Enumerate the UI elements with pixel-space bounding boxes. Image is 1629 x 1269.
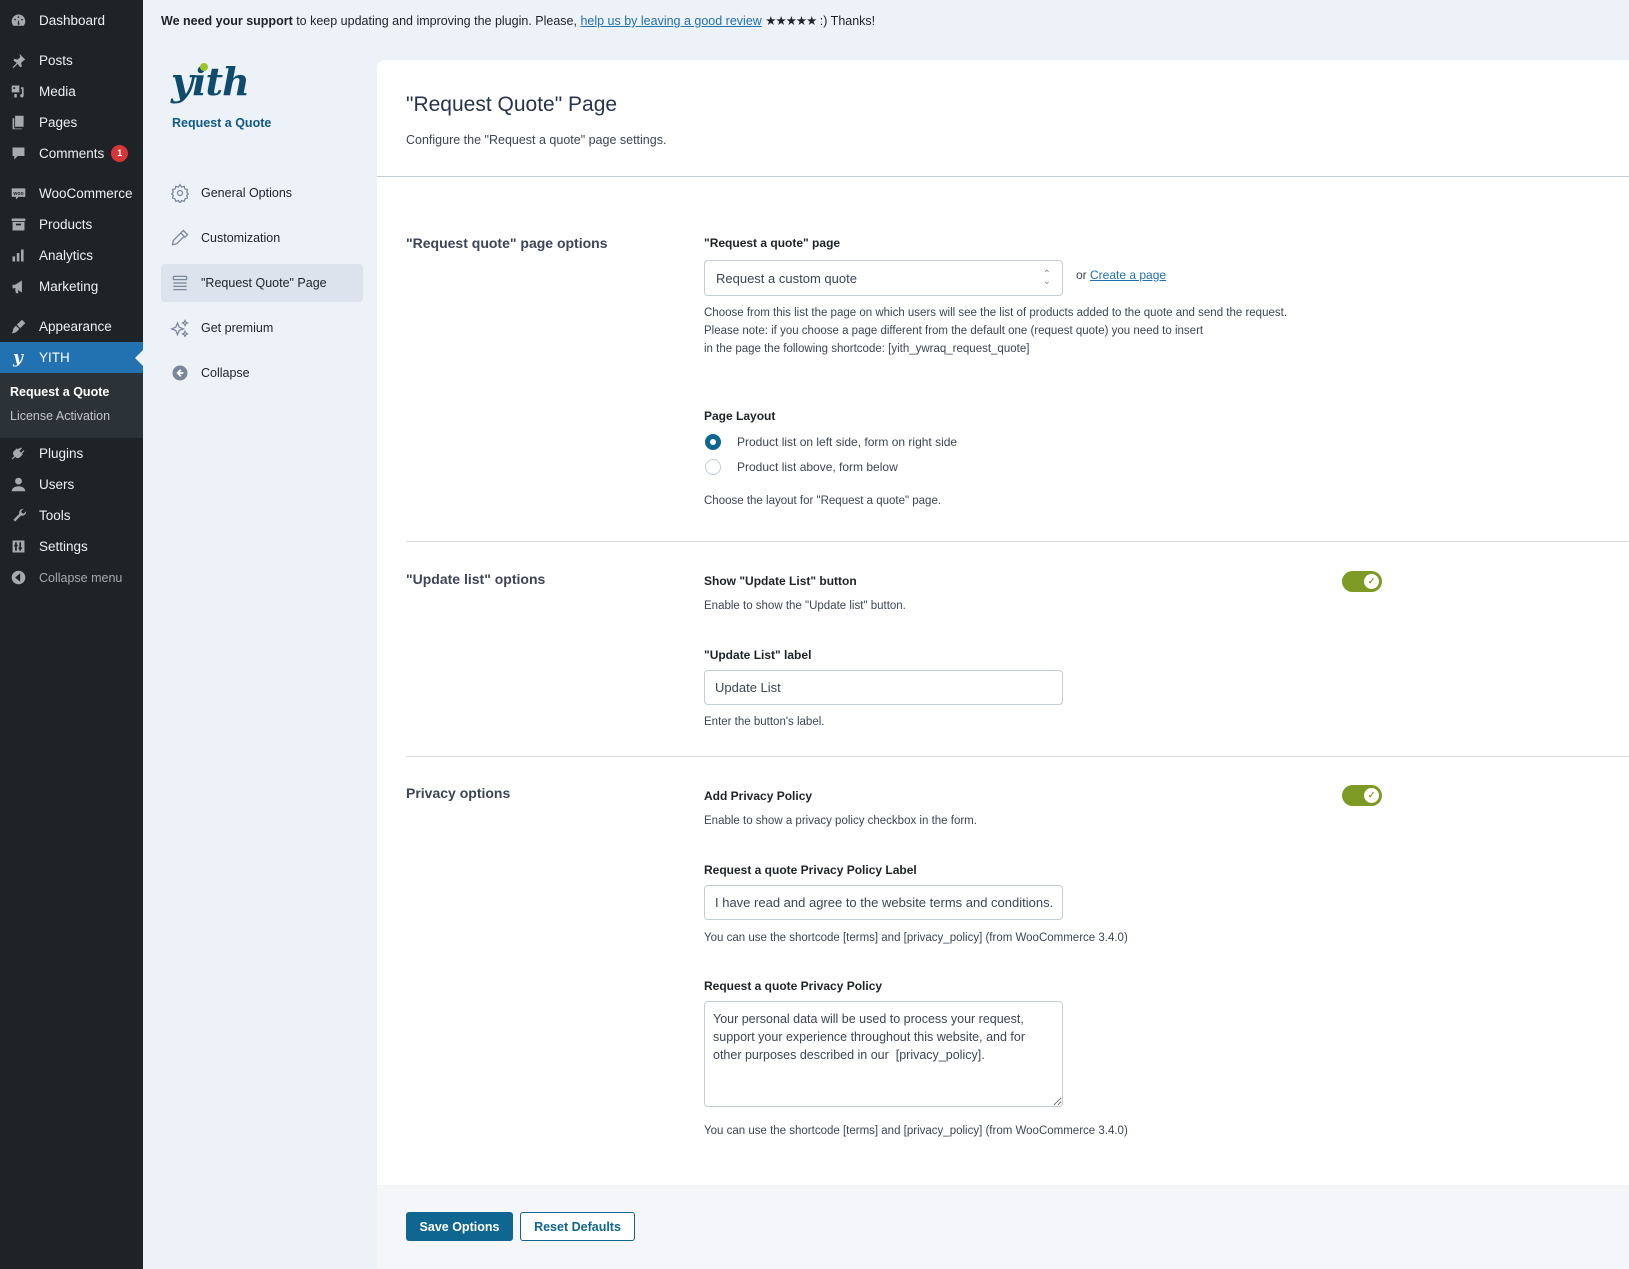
sparkles-icon	[169, 317, 191, 339]
section-title: Privacy options	[406, 785, 511, 801]
nav-general-options[interactable]: General Options	[161, 174, 363, 212]
media-icon	[8, 82, 28, 102]
field-label: Add Privacy Policy	[704, 789, 813, 803]
field-description: Enter the button's label.	[704, 716, 825, 728]
save-options-button[interactable]: Save Options	[406, 1212, 513, 1241]
section-privacy: Privacy options ✓ Add Privacy Policy Ena…	[406, 757, 1629, 1186]
megaphone-icon	[8, 277, 28, 297]
yith-icon: y	[13, 347, 23, 368]
field-description: You can use the shortcode [terms] and [p…	[704, 932, 1128, 944]
menu-media[interactable]: Media	[0, 76, 143, 107]
privacy-policy-textarea[interactable]: Your personal data will be used to proce…	[704, 1001, 1063, 1107]
panel-footer: Save Options Reset Defaults	[377, 1185, 1629, 1269]
menu-comments[interactable]: Comments 1	[0, 138, 143, 169]
list-lines-icon	[169, 272, 191, 294]
select-arrows-icon: ⌃ ⌄	[1042, 269, 1051, 287]
menu-products[interactable]: Products	[0, 209, 143, 240]
field-note-shortcode: in the page the following shortcode: [yi…	[704, 343, 1030, 355]
plug-icon	[8, 444, 28, 464]
page-title: "Request Quote" Page	[406, 93, 618, 116]
update-list-label-input[interactable]	[704, 670, 1063, 705]
field-label: "Update List" label	[704, 648, 812, 662]
field-description: You can use the shortcode [terms] and [p…	[704, 1125, 1128, 1137]
pages-icon	[8, 113, 28, 133]
radio-checked[interactable]	[705, 433, 721, 450]
yith-logo: yith	[171, 59, 250, 104]
menu-settings[interactable]: Settings	[0, 531, 143, 562]
field-description: Enable to show a privacy policy checkbox…	[704, 815, 977, 827]
submenu-request-a-quote[interactable]: Request a Quote	[0, 380, 143, 404]
menu-plugins[interactable]: Plugins	[0, 438, 143, 469]
settings-panel: "Request Quote" Page Configure the "Requ…	[377, 60, 1629, 1269]
menu-appearance[interactable]: Appearance	[0, 311, 143, 342]
request-page-select[interactable]: Request a custom quote ⌃ ⌄	[704, 260, 1063, 296]
submenu-license-activation[interactable]: License Activation	[0, 404, 143, 428]
menu-dashboard[interactable]: Dashboard	[0, 5, 143, 36]
menu-collapse[interactable]: Collapse menu	[0, 562, 143, 593]
stars-icon: ★★★★★	[765, 14, 817, 28]
field-label: Page Layout	[704, 409, 776, 423]
collapse-icon	[169, 362, 191, 384]
pin-icon	[8, 51, 28, 71]
field-label: Show "Update List" button	[704, 574, 857, 588]
menu-marketing[interactable]: Marketing	[0, 271, 143, 302]
section-update-list: "Update list" options ✓ Show "Update Lis…	[406, 542, 1629, 757]
gear-icon	[169, 182, 191, 204]
brush-icon	[8, 317, 28, 337]
privacy-policy-label-input[interactable]	[704, 885, 1063, 920]
wrench-icon	[8, 506, 28, 526]
menu-tools[interactable]: Tools	[0, 500, 143, 531]
comment-icon	[8, 144, 28, 164]
nav-customization[interactable]: Customization	[161, 219, 363, 257]
field-description: Choose from this list the page on which …	[704, 307, 1288, 319]
field-description: Enable to show the "Update list" button.	[704, 600, 906, 612]
plugin-nav: yith Request a Quote General Options Cus…	[161, 60, 363, 399]
radio-unchecked[interactable]	[705, 458, 721, 475]
menu-users[interactable]: Users	[0, 469, 143, 500]
plugin-name: Request a Quote	[172, 116, 272, 130]
menu-woocommerce[interactable]: woo WooCommerce	[0, 178, 143, 209]
field-label: Request a quote Privacy Policy	[704, 979, 883, 993]
reset-defaults-button[interactable]: Reset Defaults	[520, 1212, 635, 1241]
eyedropper-icon	[169, 227, 191, 249]
wp-admin-menu: Dashboard Posts Media Pages Comments 1 w…	[0, 0, 143, 1269]
menu-analytics[interactable]: Analytics	[0, 240, 143, 271]
bar-chart-icon	[8, 246, 28, 266]
field-note: Please note: if you choose a page differ…	[704, 325, 1204, 337]
yith-submenu: Request a Quote License Activation	[0, 373, 143, 438]
check-icon: ✓	[1364, 574, 1379, 589]
dashboard-icon	[8, 11, 28, 31]
nav-collapse[interactable]: Collapse	[161, 354, 363, 392]
archive-icon	[8, 215, 28, 235]
svg-text:woo: woo	[12, 191, 23, 197]
page-subtitle: Configure the "Request a quote" page set…	[406, 133, 667, 147]
user-icon	[8, 475, 28, 495]
nav-request-quote-page[interactable]: "Request Quote" Page	[161, 264, 363, 302]
collapse-arrow-icon	[8, 568, 28, 588]
menu-yith[interactable]: y YITH	[0, 342, 143, 373]
comments-count-badge: 1	[111, 145, 129, 162]
field-description: Choose the layout for "Request a quote" …	[704, 495, 942, 507]
layout-option-above-below[interactable]: Product list above, form below	[704, 454, 1629, 479]
field-label: "Request a quote" page	[704, 236, 841, 250]
menu-posts[interactable]: Posts	[0, 45, 143, 76]
check-icon: ✓	[1364, 788, 1379, 803]
support-notice: We need your support to keep updating an…	[161, 14, 876, 28]
section-title: "Update list" options	[406, 571, 546, 587]
review-link[interactable]: help us by leaving a good review	[580, 14, 761, 28]
section-title: "Request quote" page options	[406, 235, 608, 251]
field-label: Request a quote Privacy Policy Label	[704, 863, 917, 877]
add-privacy-policy-toggle[interactable]: ✓	[1342, 785, 1382, 806]
menu-pages[interactable]: Pages	[0, 107, 143, 138]
section-request-page: "Request quote" page options "Request a …	[406, 177, 1629, 542]
nav-get-premium[interactable]: Get premium	[161, 309, 363, 347]
create-page-link[interactable]: Create a page	[1090, 268, 1166, 282]
layout-option-left-right[interactable]: Product list on left side, form on right…	[704, 429, 1629, 454]
sliders-icon	[8, 537, 28, 557]
woo-icon: woo	[8, 184, 28, 204]
show-update-list-toggle[interactable]: ✓	[1342, 571, 1382, 592]
